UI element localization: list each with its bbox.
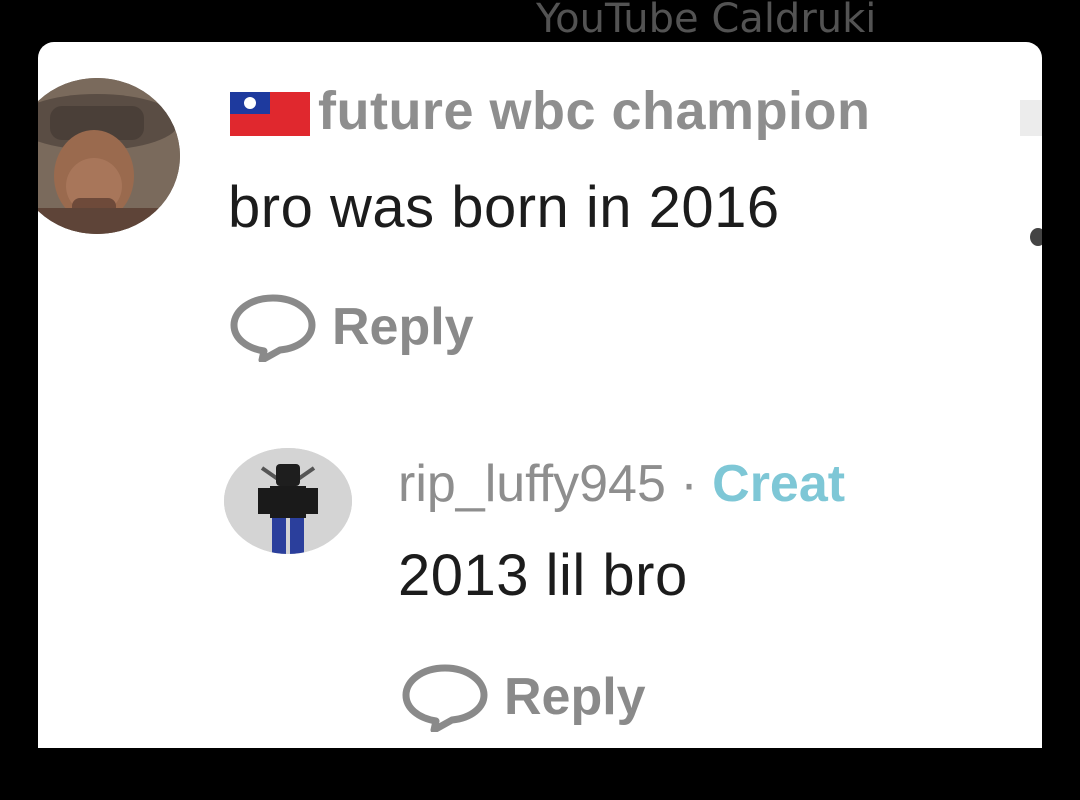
video-frame: YouTube Caldruki future wbc champion bro… (0, 0, 1080, 800)
comment-username[interactable]: future wbc champion (318, 80, 871, 142)
reply-username[interactable]: rip_luffy945 · Creat (398, 454, 845, 514)
taiwan-flag-icon (230, 92, 310, 136)
more-icon[interactable] (1020, 100, 1042, 136)
reply-label: Reply (332, 298, 474, 356)
emoji-fragment (1030, 228, 1042, 246)
reply-label: Reply (504, 668, 646, 726)
reply-to-reply-button[interactable]: Reply (400, 662, 646, 732)
reply-text: 2013 lil bro (398, 543, 688, 608)
watermark: YouTube Caldruki (536, 0, 877, 42)
reply-username-text[interactable]: rip_luffy945 (398, 455, 666, 513)
chat-bubble-icon (230, 294, 316, 362)
chat-bubble-icon (402, 664, 488, 732)
reply-avatar[interactable] (224, 448, 352, 554)
comment-card: future wbc champion bro was born in 2016… (38, 42, 1042, 748)
avatar[interactable] (38, 78, 180, 234)
reply-button[interactable]: Reply (228, 292, 474, 362)
creator-badge: Creat (712, 455, 846, 513)
comment-text: bro was born in 2016 (228, 175, 780, 240)
separator: · (680, 455, 698, 513)
